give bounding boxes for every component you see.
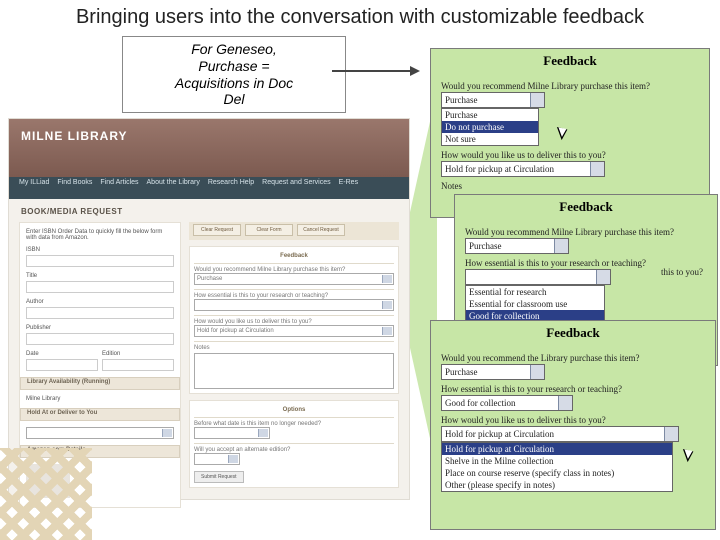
option[interactable]: Place on course reserve (specify class i… — [442, 467, 672, 479]
cancel-request-button[interactable]: Cancel Request — [297, 224, 345, 236]
field-label: Title — [26, 273, 174, 279]
fb1-q1: Would you recommend Milne Library purcha… — [441, 81, 699, 91]
option[interactable]: Not sure — [442, 133, 538, 145]
select-value: Purchase — [445, 367, 478, 377]
fb1-notes-label: Notes — [441, 181, 699, 191]
option[interactable]: Other (please specify in notes) — [442, 479, 672, 491]
callout-line: Del — [131, 91, 337, 108]
fb3-q2-select[interactable]: Good for collection — [441, 395, 573, 411]
options-panel: Options Before what date is this item no… — [189, 400, 399, 488]
notes-label: Notes — [194, 345, 210, 351]
intro-text: Enter ISBN Order Data to quickly fill th… — [26, 229, 174, 241]
nav-item[interactable]: Request and Services — [262, 179, 330, 197]
option[interactable]: Shelve in the Milne collection — [442, 455, 672, 467]
slide: Bringing users into the conversation wit… — [0, 0, 720, 540]
callout-line: Acquisitions in Doc — [131, 75, 337, 92]
select-value: Hold for pickup at Circulation — [445, 164, 554, 174]
nav-item[interactable]: E-Res — [339, 179, 358, 197]
notes-textarea[interactable] — [194, 353, 394, 389]
feedback-window-3: Feedback Would you recommend the Library… — [430, 320, 716, 530]
corner-pattern — [0, 448, 92, 540]
fb1-q2: How would you like us to deliver this to… — [441, 150, 699, 160]
edition-input[interactable] — [102, 359, 174, 371]
date-input[interactable] — [26, 359, 98, 371]
form-toolbar: Clear Request Clear Form Cancel Request — [189, 222, 399, 240]
fb3-q3: How would you like us to deliver this to… — [441, 415, 705, 425]
feedback-title: Feedback — [431, 321, 715, 345]
option[interactable]: Purchase — [442, 109, 538, 121]
feedback-q1-select[interactable]: Purchase — [194, 273, 394, 285]
author-input[interactable] — [26, 307, 174, 319]
field-label: Edition — [102, 351, 174, 357]
need-by-input[interactable] — [194, 427, 270, 439]
field-label: Author — [26, 299, 174, 305]
isbn-label: ISBN — [26, 247, 174, 253]
callout-line: For Geneseo, — [131, 41, 337, 58]
illiad-screenshot: MILNE LIBRARY My ILLiad Find Books Find … — [8, 118, 410, 500]
select-value: Purchase — [469, 241, 502, 251]
select-value: Hold for pickup at Circulation — [197, 328, 274, 334]
nav-item[interactable]: My ILLiad — [19, 179, 49, 197]
nav-item[interactable]: Research Help — [208, 179, 254, 197]
site-brand: MILNE LIBRARY — [9, 119, 409, 177]
fb2-q2-select[interactable] — [465, 269, 611, 285]
select-value: Purchase — [445, 95, 478, 105]
feedback-title: Feedback — [455, 195, 717, 219]
alt-edition-select[interactable] — [194, 453, 240, 465]
isbn-input[interactable] — [26, 255, 174, 267]
fb2-q3-fragment: this to you? — [661, 267, 703, 277]
fb1-q1-select[interactable]: Purchase — [441, 92, 545, 108]
feedback-q3-select[interactable]: Hold for pickup at Circulation — [194, 325, 394, 337]
availability-label: Milne Library — [26, 396, 174, 402]
feedback-window-1: Feedback Would you recommend Milne Libra… — [430, 48, 710, 218]
fb3-q3-options[interactable]: Hold for pickup at Circulation Shelve in… — [441, 442, 673, 492]
feedback-heading: Feedback — [194, 253, 394, 259]
field-label: Publisher — [26, 325, 174, 331]
fb3-q1: Would you recommend the Library purchase… — [441, 353, 705, 363]
option[interactable]: Hold for pickup at Circulation — [442, 443, 672, 455]
holdat-header: Hold At or Deliver to You — [20, 408, 180, 421]
nav-item[interactable]: Find Books — [57, 179, 92, 197]
feedback-title: Feedback — [431, 49, 709, 73]
fb3-q2: How essential is this to your research o… — [441, 384, 705, 394]
callout-line: Purchase = — [131, 58, 337, 75]
feedback-panel: Feedback Would you recommend Milne Libra… — [189, 246, 399, 394]
callout-box: For Geneseo, Purchase = Acquisitions in … — [122, 36, 346, 113]
field-label: Date — [26, 351, 98, 357]
availability-header: Library Availability (Running) — [20, 377, 180, 390]
clear-request-button[interactable]: Clear Request — [193, 224, 241, 236]
publisher-input[interactable] — [26, 333, 174, 345]
submit-button[interactable]: Submit Request — [194, 471, 244, 483]
fb1-q2-select[interactable]: Hold for pickup at Circulation — [441, 161, 605, 177]
option[interactable]: Essential for classroom use — [466, 298, 604, 310]
select-value: Good for collection — [445, 398, 515, 408]
page-heading: BOOK/MEDIA REQUEST — [9, 199, 409, 220]
site-nav: My ILLiad Find Books Find Articles About… — [9, 177, 409, 199]
fb1-q1-options[interactable]: Purchase Do not purchase Not sure — [441, 108, 539, 146]
option[interactable]: Do not purchase — [442, 121, 538, 133]
arrow-icon — [332, 70, 412, 72]
fb2-q1: Would you recommend Milne Library purcha… — [465, 227, 707, 237]
select-value: Purchase — [197, 276, 222, 282]
fb3-q1-select[interactable]: Purchase — [441, 364, 545, 380]
fb3-q3-select[interactable]: Hold for pickup at Circulation — [441, 426, 679, 442]
clear-form-button[interactable]: Clear Form — [245, 224, 293, 236]
fb2-q1-select[interactable]: Purchase — [465, 238, 569, 254]
select-value: Hold for pickup at Circulation — [445, 429, 554, 439]
holdat-select[interactable] — [26, 427, 174, 439]
title-input[interactable] — [26, 281, 174, 293]
feedback-q2-select[interactable] — [194, 299, 394, 311]
nav-item[interactable]: About the Library — [147, 179, 200, 197]
option[interactable]: Essential for research — [466, 286, 604, 298]
options-heading: Options — [194, 407, 394, 413]
nav-item[interactable]: Find Articles — [100, 179, 138, 197]
slide-title: Bringing users into the conversation wit… — [10, 6, 710, 29]
